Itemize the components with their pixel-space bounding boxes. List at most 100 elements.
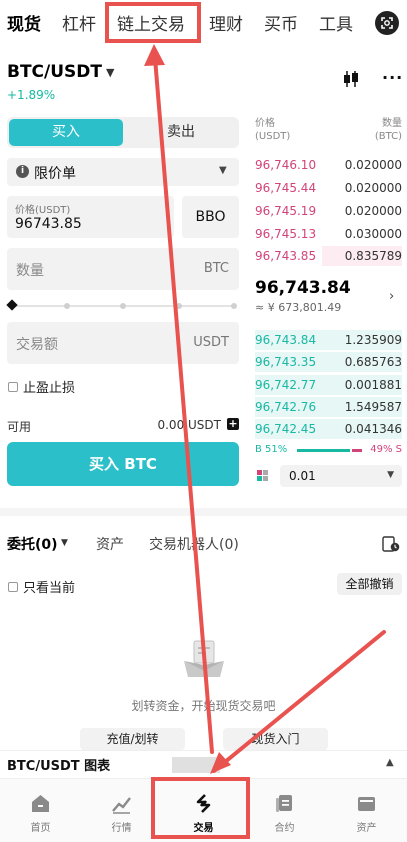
tpsl-checkbox[interactable]	[8, 381, 18, 392]
orderbook-ask-row[interactable]: 96,746.10 0.020000	[255, 155, 402, 175]
price-caption: 价格(USDT)	[15, 205, 71, 216]
quantity-slider[interactable]	[6, 299, 239, 312]
bid-qty: 0.041346	[344, 422, 402, 436]
ask-qty: 0.030000	[344, 227, 402, 241]
only-current-label: 只看当前	[23, 581, 76, 596]
candlestick-icon[interactable]	[342, 70, 360, 88]
buy-sell-toggle: 买入 卖出	[7, 117, 239, 148]
orderbook-bid-row[interactable]: 96,742.45 0.041346	[255, 419, 402, 439]
buy-ratio-label: B 51%	[255, 444, 288, 455]
quantity-input[interactable]: 数量 BTC	[7, 248, 239, 290]
ask-qty: 0.835789	[344, 249, 402, 263]
nav-assets[interactable]: 资产	[326, 779, 407, 842]
orderbook-layout-icon[interactable]	[257, 470, 269, 482]
cancel-all-button[interactable]: 全部撤销	[337, 573, 402, 595]
orderbook-qty-header: 数量 (BTC)	[374, 118, 402, 142]
buy-btc-button[interactable]: 买入 BTC	[7, 442, 239, 486]
mid-fiat-price: ≈ ¥ 673,801.49	[255, 301, 342, 314]
available-value: 0.00 USDT	[157, 418, 221, 432]
orderbook-bid-row[interactable]: 96,743.35 0.685763	[255, 352, 402, 372]
sell-ratio-bar	[352, 449, 362, 452]
tab-buy-crypto[interactable]: 买币	[264, 10, 298, 35]
orderbook-ask-row[interactable]: 96,745.44 0.020000	[255, 178, 402, 198]
nav-home[interactable]: 首页	[0, 779, 81, 842]
ask-qty: 0.020000	[344, 204, 402, 218]
caret-up-icon[interactable]: ▲	[386, 757, 394, 768]
buy-ratio-bar	[297, 449, 350, 452]
slider-step-100[interactable]	[231, 303, 237, 309]
pair-header: BTC/USDT ▼ +1.89% ···	[0, 58, 407, 104]
caret-down-icon[interactable]: ▼	[61, 538, 68, 548]
amount-input[interactable]: 交易额 USDT	[7, 322, 239, 364]
orderbook-ask-row[interactable]: 96,743.85 0.835789	[255, 246, 402, 266]
slider-step-75[interactable]	[176, 303, 182, 309]
chart-panel-label: BTC/USDT 图表	[7, 759, 111, 774]
bid-qty: 1.235909	[344, 333, 402, 347]
bid-price: 96,742.76	[255, 400, 317, 414]
bid-qty: 0.685763	[344, 355, 402, 369]
ask-price: 96,745.44	[255, 181, 317, 195]
price-value[interactable]: 96743.85	[15, 216, 82, 232]
depth-precision-select[interactable]: 0.01 ▼	[280, 465, 402, 487]
top-nav: 现货 杠杆 链上交易 理财 买币 工具	[0, 0, 407, 46]
bid-qty: 0.001881	[344, 378, 402, 392]
nav-trade[interactable]: 交易	[163, 779, 244, 842]
tab-spot[interactable]: 现货	[7, 10, 41, 35]
bottom-nav: 首页 行情 交易 合约 资产	[0, 778, 407, 842]
orderbook-ask-row[interactable]: 96,745.19 0.020000	[255, 201, 402, 221]
only-current-checkbox[interactable]	[8, 581, 18, 592]
tpsl-label: 止盈止损	[23, 381, 76, 396]
wallet-icon	[358, 797, 375, 811]
slider-step-50[interactable]	[120, 303, 126, 309]
quantity-placeholder: 数量	[16, 263, 44, 279]
plus-icon[interactable]: +	[227, 418, 239, 430]
orderbook-bid-row[interactable]: 96,742.76 1.549587	[255, 397, 402, 417]
deposit-transfer-button[interactable]: 充值/划转	[80, 728, 185, 750]
tab-onchain-trade[interactable]: 链上交易	[117, 10, 185, 35]
scan-icon[interactable]	[375, 11, 399, 35]
nav-label: 资产	[356, 823, 377, 834]
bbo-button[interactable]: BBO	[182, 196, 239, 238]
tab-open-orders[interactable]: 委托(0)	[7, 534, 58, 554]
bid-qty: 1.549587	[344, 400, 402, 414]
only-current-row[interactable]: 只看当前	[8, 576, 75, 596]
empty-box-icon	[184, 640, 224, 677]
tab-assets[interactable]: 资产	[96, 534, 124, 554]
mid-price[interactable]: 96,743.84	[255, 278, 351, 298]
bid-price: 96,742.45	[255, 422, 317, 436]
slider-step-25[interactable]	[64, 303, 70, 309]
caret-down-icon: ▼	[387, 470, 394, 480]
order-type-label: 限价单	[34, 166, 76, 182]
buy-tab-button[interactable]: 买入	[9, 119, 123, 146]
available-label: 可用	[7, 420, 32, 434]
tab-tools[interactable]: 工具	[319, 10, 353, 35]
chevron-right-icon[interactable]: ›	[389, 289, 394, 304]
orderbook-bid-row[interactable]: 96,743.84 1.235909	[255, 330, 402, 350]
price-input[interactable]: 价格(USDT) 96743.85	[7, 196, 174, 238]
tab-trading-bots[interactable]: 交易机器人(0)	[149, 534, 239, 554]
buy-sell-ratio: B 51% 49% S	[255, 444, 402, 458]
nav-label: 交易	[193, 823, 214, 834]
pair-name[interactable]: BTC/USDT	[7, 62, 102, 82]
orderbook-ask-row[interactable]: 96,745.13 0.030000	[255, 224, 402, 244]
caret-down-icon[interactable]: ▼	[106, 66, 114, 79]
nav-contracts[interactable]: 合约	[244, 779, 325, 842]
bid-price: 96,743.35	[255, 355, 317, 369]
tpsl-checkbox-row[interactable]: 止盈止损	[8, 376, 75, 396]
sell-tab-button[interactable]: 卖出	[125, 119, 237, 146]
tab-earn[interactable]: 理财	[209, 10, 243, 35]
caret-down-icon: ▼	[219, 165, 227, 176]
scan-icon-glyph	[381, 17, 393, 29]
order-history-icon[interactable]	[382, 535, 400, 553]
slider-handle[interactable]	[6, 299, 18, 311]
orderbook-bid-row[interactable]: 96,742.77 0.001881	[255, 375, 402, 395]
ask-qty: 0.020000	[344, 181, 402, 195]
nav-label: 合约	[274, 823, 295, 834]
more-icon[interactable]: ···	[382, 68, 403, 87]
order-type-select[interactable]: i 限价单 ▼	[7, 158, 239, 186]
nav-markets[interactable]: 行情	[81, 779, 162, 842]
depth-row: 0.01 ▼	[255, 465, 402, 487]
spot-guide-button[interactable]: 现货入门	[223, 728, 328, 750]
tab-margin[interactable]: 杠杆	[62, 10, 96, 35]
info-icon[interactable]: i	[16, 165, 29, 178]
